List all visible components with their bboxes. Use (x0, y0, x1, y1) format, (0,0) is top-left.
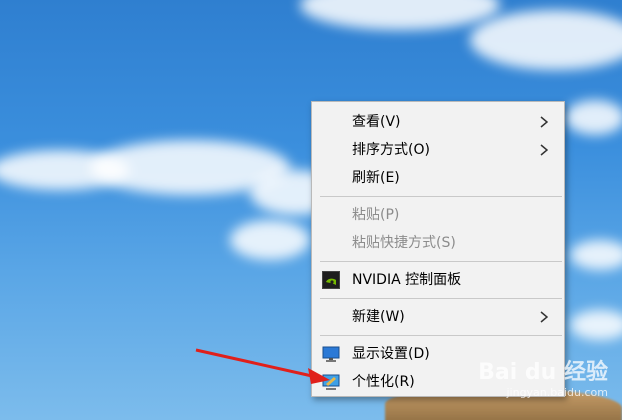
context-menu: 查看(V) 排序方式(O) 刷新(E) 粘贴(P) 粘贴快捷方式(S) NVID… (311, 101, 565, 397)
cloud (470, 10, 622, 70)
chevron-right-icon (540, 303, 552, 331)
cloud (565, 100, 622, 135)
menu-separator (320, 196, 562, 197)
cloud (570, 310, 622, 340)
menu-item-label: 刷新(E) (352, 170, 400, 186)
menu-item-nvidia-control-panel[interactable]: NVIDIA 控制面板 (312, 266, 564, 294)
menu-item-refresh[interactable]: 刷新(E) (312, 164, 564, 192)
cloud (570, 240, 622, 270)
annotation-arrow-icon (195, 348, 330, 384)
menu-item-label: 粘贴(P) (352, 207, 400, 223)
menu-item-label: 显示设置(D) (352, 346, 430, 362)
menu-separator (320, 335, 562, 336)
menu-separator (320, 261, 562, 262)
menu-item-paste[interactable]: 粘贴(P) (312, 201, 564, 229)
cloud (300, 0, 500, 30)
cloud (230, 220, 310, 260)
menu-separator (320, 298, 562, 299)
baidu-jingyan-watermark: Bai du 经验 jingyan.baidu.com (448, 354, 608, 414)
menu-item-label: 个性化(R) (352, 374, 415, 390)
chevron-right-icon (540, 108, 552, 136)
menu-item-label: 查看(V) (352, 114, 401, 130)
menu-item-label: 新建(W) (352, 309, 405, 325)
menu-item-view[interactable]: 查看(V) (312, 108, 564, 136)
watermark-url: jingyan.baidu.com (506, 386, 608, 399)
chevron-right-icon (540, 136, 552, 164)
watermark-logo: Bai du 经验 (478, 360, 608, 385)
menu-item-paste-shortcut[interactable]: 粘贴快捷方式(S) (312, 229, 564, 257)
menu-item-new[interactable]: 新建(W) (312, 303, 564, 331)
nvidia-icon (322, 271, 340, 289)
menu-item-sort-by[interactable]: 排序方式(O) (312, 136, 564, 164)
menu-item-label: 排序方式(O) (352, 142, 430, 158)
menu-item-label: NVIDIA 控制面板 (352, 272, 462, 288)
menu-item-label: 粘贴快捷方式(S) (352, 235, 456, 251)
